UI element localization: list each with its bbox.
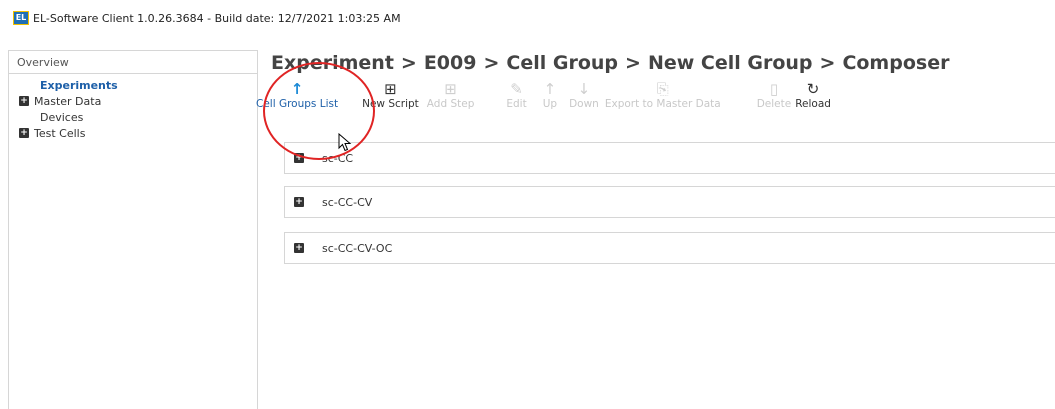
breadcrumb-separator: > <box>625 52 641 74</box>
breadcrumb-item[interactable]: Cell Group <box>506 52 618 74</box>
breadcrumb-item[interactable]: New Cell Group <box>648 52 813 74</box>
button-label: Edit <box>506 98 527 110</box>
reload-button[interactable]: ↻ Reload <box>795 80 831 110</box>
new-script-button[interactable]: ⊞ New Script <box>362 80 419 110</box>
nav-tree: Experiments + Master Data Devices + Test… <box>9 74 257 141</box>
main-content: Experiment > E009 > Cell Group > New Cel… <box>256 50 1055 408</box>
button-label: Add Step <box>426 98 475 110</box>
sidebar-item-label: Master Data <box>34 94 102 108</box>
plus-box-icon: ⊞ <box>444 80 457 98</box>
expand-icon[interactable]: + <box>294 243 304 253</box>
cell-group-row[interactable]: + sc-CC-CV-OC <box>284 232 1055 264</box>
arrow-down-icon: ↓ <box>577 80 591 98</box>
toolbar: ↑ Cell Groups List ⊞ New Script ⊞ Add St… <box>256 80 843 122</box>
breadcrumb-separator: > <box>400 52 417 74</box>
arrow-up-icon: ↑ <box>290 80 304 98</box>
arrow-up-icon: ↑ <box>543 80 557 98</box>
button-label: Up <box>542 98 558 110</box>
breadcrumb: Experiment > E009 > Cell Group > New Cel… <box>271 50 949 76</box>
up-button[interactable]: ↑ Up <box>543 80 557 110</box>
delete-button[interactable]: ▯ Delete <box>757 80 792 110</box>
cell-group-name: sc-CC-CV-OC <box>322 241 393 255</box>
expand-icon[interactable]: + <box>294 197 304 207</box>
down-button[interactable]: ↓ Down <box>569 80 599 110</box>
button-label: Export to Master Data <box>604 98 721 110</box>
trash-icon: ▯ <box>769 80 779 98</box>
button-label: Cell Groups List <box>256 98 339 110</box>
breadcrumb-separator: > <box>819 52 836 74</box>
breadcrumb-item[interactable]: Experiment <box>271 52 394 74</box>
app-logo-icon: EL <box>13 11 29 25</box>
title-bar: EL EL-Software Client 1.0.26.3684 - Buil… <box>0 0 1055 36</box>
expand-icon[interactable]: + <box>19 96 29 106</box>
button-label: Reload <box>795 98 831 110</box>
sidebar-item-experiments[interactable]: Experiments <box>9 77 257 93</box>
cell-group-name: sc-CC <box>322 151 354 165</box>
sidebar: Overview Experiments + Master Data Devic… <box>8 50 258 409</box>
breadcrumb-item: Composer <box>842 52 950 74</box>
window-title: EL-Software Client 1.0.26.3684 - Build d… <box>33 11 401 25</box>
breadcrumb-separator: > <box>483 52 500 74</box>
edit-button[interactable]: ✎ Edit <box>506 80 526 110</box>
sidebar-item-devices[interactable]: Devices <box>9 109 257 125</box>
sidebar-item-master-data[interactable]: + Master Data <box>9 93 257 109</box>
expand-icon[interactable]: + <box>19 128 29 138</box>
button-label: Down <box>569 98 599 110</box>
export-icon: ⎘ <box>656 80 669 98</box>
sidebar-item-label: Devices <box>40 110 84 124</box>
sidebar-item-label: Experiments <box>40 78 118 92</box>
mouse-cursor-icon <box>338 133 352 152</box>
sidebar-item-test-cells[interactable]: + Test Cells <box>9 125 257 141</box>
overview-header: Overview <box>9 51 257 74</box>
export-to-master-data-button[interactable]: ⎘ Export to Master Data <box>605 80 721 110</box>
reload-icon: ↻ <box>806 80 820 98</box>
cell-groups-list-button[interactable]: ↑ Cell Groups List <box>256 80 338 110</box>
cell-group-name: sc-CC-CV <box>322 195 373 209</box>
button-label: New Script <box>362 98 419 110</box>
cell-group-row[interactable]: + sc-CC-CV <box>284 186 1055 218</box>
cell-group-row[interactable]: + sc-CC <box>284 142 1055 174</box>
expand-icon[interactable]: + <box>294 153 304 163</box>
add-step-button[interactable]: ⊞ Add Step <box>427 80 475 110</box>
breadcrumb-item[interactable]: E009 <box>424 52 477 74</box>
plus-box-icon: ⊞ <box>384 80 397 98</box>
sidebar-item-label: Test Cells <box>34 126 86 140</box>
edit-icon: ✎ <box>510 80 523 98</box>
button-label: Delete <box>756 98 792 110</box>
